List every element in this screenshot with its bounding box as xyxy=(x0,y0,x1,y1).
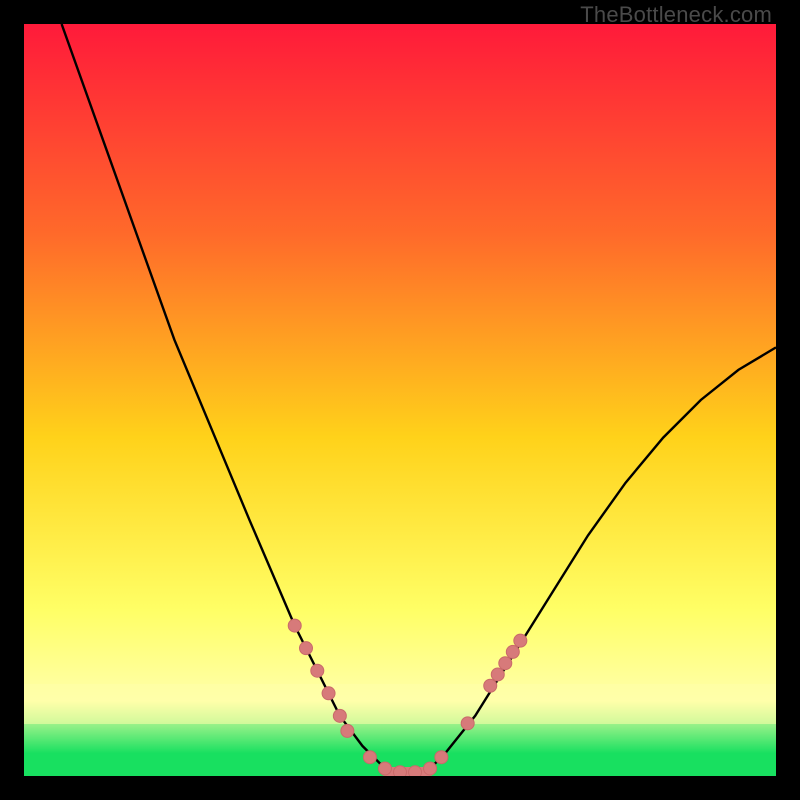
curve-marker xyxy=(378,762,391,775)
chart-frame xyxy=(24,24,776,776)
curve-marker xyxy=(409,766,422,776)
curve-marker xyxy=(491,668,504,681)
curve-marker xyxy=(341,724,354,737)
curve-marker xyxy=(322,687,335,700)
curve-marker xyxy=(435,751,448,764)
watermark-text: TheBottleneck.com xyxy=(580,2,772,28)
curve-marker xyxy=(514,634,527,647)
curve-marker xyxy=(288,619,301,632)
gradient-background xyxy=(24,24,776,776)
curve-marker xyxy=(333,709,346,722)
curve-marker xyxy=(300,642,313,655)
horizon-band xyxy=(24,684,776,724)
curve-marker xyxy=(484,679,497,692)
curve-marker xyxy=(499,657,512,670)
curve-marker xyxy=(394,766,407,776)
curve-marker xyxy=(424,762,437,775)
curve-marker xyxy=(461,717,474,730)
bottleneck-chart xyxy=(24,24,776,776)
curve-marker xyxy=(506,645,519,658)
curve-marker xyxy=(311,664,324,677)
curve-marker xyxy=(363,751,376,764)
